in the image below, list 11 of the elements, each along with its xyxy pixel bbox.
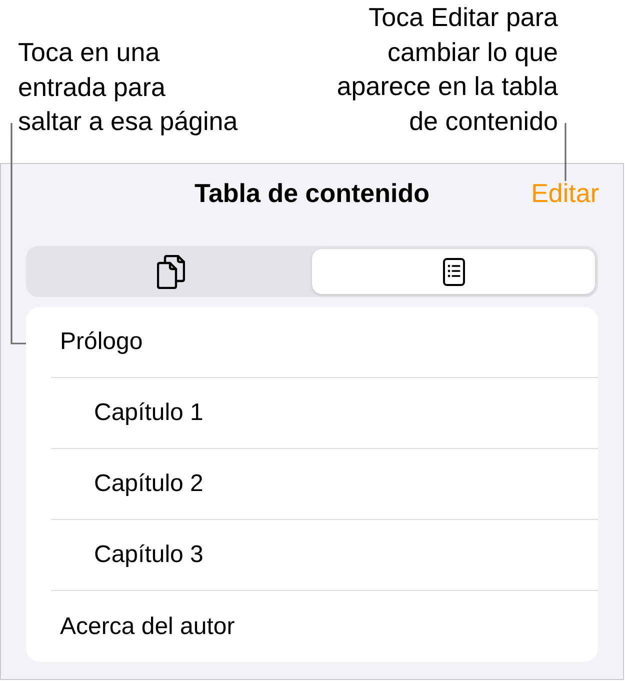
sheet-title: Tabla de contenido (194, 177, 430, 209)
contents-entry[interactable]: Prólogo (51, 307, 598, 378)
list-document-icon (442, 258, 464, 286)
callout-text: Toca Editar para cambiar lo que aparece en la tabla de contenido (336, 1, 558, 138)
documents-icon (156, 254, 184, 288)
contents-entry[interactable]: Capítulo 3 (51, 520, 598, 591)
contents-entry[interactable]: Capítulo 2 (51, 449, 598, 520)
leader-line (564, 123, 566, 181)
contents-entry[interactable]: Capítulo 1 (51, 378, 598, 449)
contents-entry[interactable]: Acerca del autor (51, 591, 598, 662)
callout-text: Toca en una entrada para saltar a esa página (18, 36, 238, 138)
